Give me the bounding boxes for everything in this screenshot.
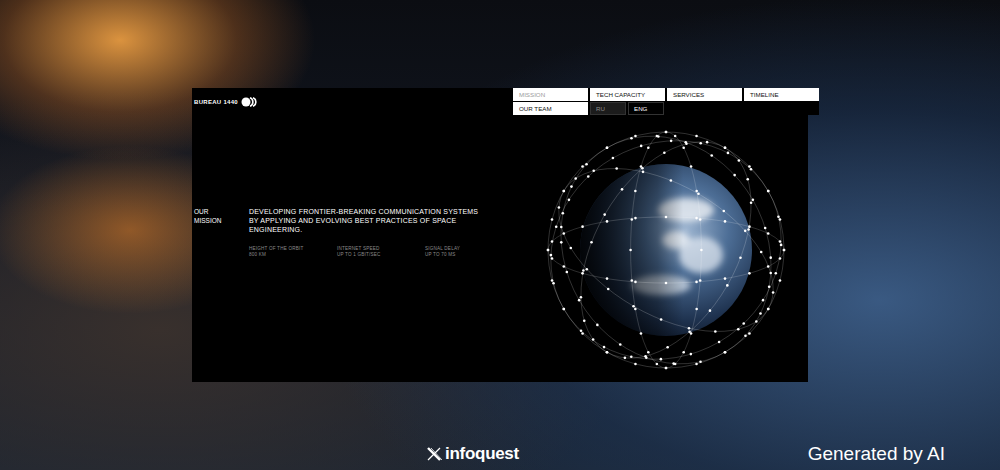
nav-row: OUR TEAMRUENG	[513, 102, 819, 115]
nav-row: MISSIONTECH CAPACITYSERVICESTIMELINE	[513, 88, 819, 101]
website-mockup: BUREAU 1440 OUR MISSIONDEVELOPING FRONTIE…	[192, 88, 808, 382]
stat: INTERNET SPEEDUP TO 1 GBIT/SEC	[337, 246, 425, 258]
stat-value: UP TO 1 GBIT/SEC	[337, 252, 425, 258]
mission-text: DEVELOPING FRONTIER-BREAKING COMMUNICATI…	[249, 207, 481, 234]
content-column: BUREAU 1440 OUR MISSIONDEVELOPING FRONTIE…	[192, 88, 513, 382]
stat-label: SIGNAL DELAY	[425, 246, 513, 252]
nav-menu: MISSIONTECH CAPACITYSERVICESTIMELINEOUR …	[513, 88, 819, 115]
page: BUREAU 1440 OUR MISSIONDEVELOPING FRONTIE…	[0, 0, 1000, 470]
visual-column: MISSIONTECH CAPACITYSERVICESTIMELINEOUR …	[513, 88, 819, 382]
stat-value: 800 KM	[249, 252, 337, 258]
footer: infoquest Generated by AI	[0, 442, 1000, 470]
mission-label: OUR MISSION	[194, 207, 249, 234]
brand-logo: infoquest	[426, 444, 519, 464]
stat: HEIGHT OF THE ORBIT800 KM	[249, 246, 337, 258]
stat: SIGNAL DELAYUP TO 70 MS	[425, 246, 513, 258]
nav-item[interactable]: SERVICES	[667, 88, 742, 101]
stats-row: HEIGHT OF THE ORBIT800 KMINTERNET SPEEDU…	[194, 246, 513, 258]
brand-text: infoquest	[445, 444, 519, 464]
globe-icon	[531, 119, 801, 381]
nav-item[interactable]: TECH CAPACITY	[590, 88, 665, 101]
logo-mark-icon	[241, 97, 257, 107]
mission-section: OUR MISSIONDEVELOPING FRONTIER-BREAKING …	[194, 207, 513, 234]
nav-item[interactable]: TIMELINE	[744, 88, 819, 101]
logo[interactable]: BUREAU 1440	[194, 97, 513, 107]
nav-item[interactable]: OUR TEAM	[513, 102, 588, 115]
x-mark-icon	[426, 446, 442, 462]
stat-value: UP TO 70 MS	[425, 252, 513, 258]
language-button[interactable]: ENG	[628, 102, 664, 115]
language-button[interactable]: RU	[590, 102, 626, 115]
stat-label: INTERNET SPEED	[337, 246, 425, 252]
nav-item[interactable]: MISSION	[513, 88, 588, 101]
ai-badge: Generated by AI	[808, 443, 945, 465]
logo-text: BUREAU 1440	[194, 99, 238, 105]
stat-label: HEIGHT OF THE ORBIT	[249, 246, 337, 252]
